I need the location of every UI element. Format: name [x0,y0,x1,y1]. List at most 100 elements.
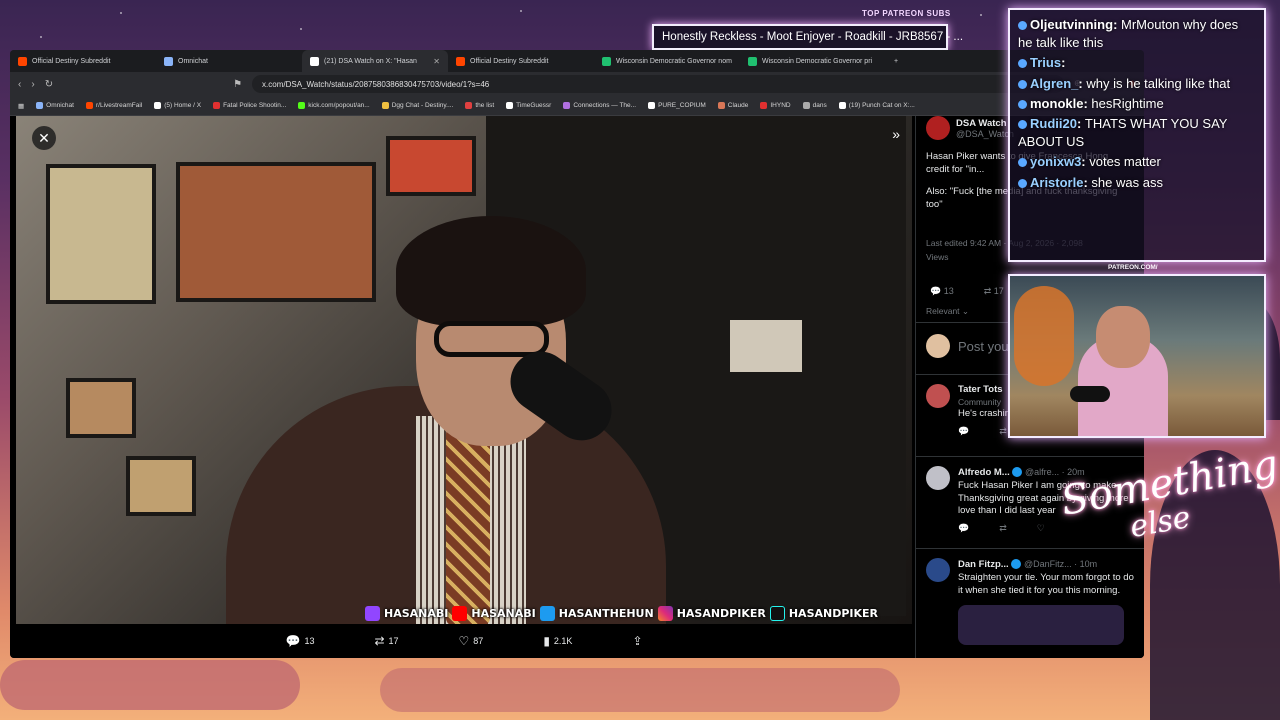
bookmark-connections[interactable]: Connections — The... [563,102,636,109]
reply-item[interactable]: Dan Fitzp... @DanFitz... · 10m Straighte… [916,552,1144,651]
video-player[interactable]: ✕ » HASANABI HASANABI HASANTHEHUN HASAND… [16,116,912,624]
patreon-subs-title: TOP PATREON SUBS [862,9,951,18]
address-bar: ‹ › ↻ ⚑ x.com/DSA_Watch/status/208758038… [10,72,1144,96]
author-handle[interactable]: @DSA_Watch [956,129,1014,139]
reply-icon[interactable]: 💬 [958,425,969,437]
forward-icon[interactable]: › [31,79,34,90]
bookmark-punch-cat[interactable]: (19) Punch Cat on X:... [838,102,915,109]
stream-chat-overlay: Oljeutvinning: MrMouton why does he talk… [1008,8,1266,262]
views-chart-icon: ▮ [543,634,550,648]
sort-relevant-dropdown[interactable]: Relevant ⌄ [926,306,969,317]
wall-poster [386,136,476,196]
tab-official-destiny-subreddit[interactable]: Official Destiny Subreddit [10,50,156,72]
reload-icon[interactable]: ↻ [45,79,53,90]
chat-badge-icon [1018,21,1027,31]
tweet-header: DSA Watch @DSA_Watch [926,116,1014,140]
reply-avatar [926,384,950,408]
twitter-icon [539,605,555,621]
tab-wisconsin-governor-pri[interactable]: Wisconsin Democratic Governor pri [740,50,886,72]
tweet-replies[interactable]: 💬 13 [930,286,954,297]
bookmark-icon[interactable]: ⚑ [233,79,242,90]
back-icon[interactable]: ‹ [18,79,21,90]
repost-icon[interactable]: ⇄ [999,425,1007,437]
like-button[interactable]: ♡ 87 [459,634,484,648]
list-icon [465,102,473,109]
author-avatar[interactable] [926,116,950,140]
bookmark-livestreamfail[interactable]: r/LivestreamFail [85,102,142,109]
chat-badge-icon [1018,158,1027,168]
background-cloud [0,660,300,710]
x-icon [838,102,846,109]
bookmark-the-list[interactable]: the list [465,102,494,109]
views-button[interactable]: ▮ 2.1K [543,634,572,648]
bookmark-kick[interactable]: kick.com/popout/an... [298,102,370,109]
bookmark-timeguessr[interactable]: TimeGuessr [506,102,551,109]
bookmark-dgg-chat[interactable]: Dgg Chat - Destiny.... [381,102,453,109]
bookmark-x-home[interactable]: (5) Home / X [154,102,201,109]
wall-poster [176,162,376,302]
tiktok-icon [769,605,785,621]
chat-badge-icon [1018,79,1027,89]
patreon-url-label: PATREON.COM/ [1108,264,1158,271]
k-icon [748,56,757,66]
tab-bar: Official Destiny Subreddit Omnichat (21)… [10,50,1144,72]
chat-message: Rudii20: THATS WHAT YOU SAY ABOUT US [1018,115,1228,150]
reply-icon[interactable]: 💬 [958,522,969,534]
expand-icon[interactable]: » [892,126,900,142]
divider [916,456,1144,457]
reply-button[interactable]: 💬 13 [285,634,314,648]
reddit-icon [456,56,465,66]
tab-dsa-watch[interactable]: (21) DSA Watch on X: "Hasan ✕ [302,50,448,72]
chat-message: Oljeutvinning: MrMouton why does he talk… [1018,17,1239,51]
chat-message: Aristorle: she was ass [1018,174,1256,192]
heart-icon[interactable]: ♡ [1037,522,1045,534]
chat-message: yonixw3: votes matter [1018,153,1256,171]
divider [916,548,1144,549]
bookmark-claude[interactable]: Claude [717,102,748,109]
chat-badge-icon [1018,120,1027,129]
chat-badge-icon [1018,59,1027,69]
reply-avatar [926,466,950,490]
repost-icon: ⇄ [374,634,385,648]
connections-icon [563,102,571,109]
tab-omnichat[interactable]: Omnichat [156,50,302,72]
share-icon: ⇪ [632,634,643,648]
reply-media-thumbnail[interactable] [958,605,1124,646]
repost-icon[interactable]: ⇄ [999,522,1007,534]
wall-poster [66,378,136,438]
x-icon [648,102,656,109]
video-action-bar: 💬 13 ⇄ 17 ♡ 87 ▮ 2.1K ⇪ [16,624,912,658]
instagram-icon [657,605,673,621]
x-icon [154,102,162,109]
new-tab-button[interactable]: + [886,50,906,72]
verified-icon [1011,559,1022,570]
bookmark-ihynd[interactable]: IHYND [760,102,791,109]
tab-wisconsin-governor-nom[interactable]: Wisconsin Democratic Governor nom [594,50,740,72]
url-input[interactable]: x.com/DSA_Watch/status/20875803868304757… [252,75,1064,93]
claude-icon [717,102,725,109]
reddit-icon [18,56,27,66]
tweet-reposts[interactable]: ⇄ 17 [984,286,1004,297]
patreon-subs-banner: Honestly Reckless - Moot Enjoyer - Roadk… [652,24,963,50]
author-name[interactable]: DSA Watch [956,118,1014,129]
tab-official-destiny-subreddit-2[interactable]: Official Destiny Subreddit [448,50,594,72]
youtube-icon [452,605,468,621]
webcam-microphone [1070,386,1110,402]
folder-icon [802,102,810,109]
share-button[interactable]: ⇪ [632,634,642,648]
repost-button[interactable]: ⇄ 17 [374,634,398,648]
bookmark-fatal-police[interactable]: Fatal Police Shootin... [213,102,286,109]
chat-message: Algren_: why is he talking like that [1018,75,1256,93]
omnichat-icon [164,56,173,66]
close-video-button[interactable]: ✕ [32,126,56,150]
streamer-hair [396,216,586,326]
close-tab-icon[interactable]: ✕ [433,57,440,66]
browser-window: Official Destiny Subreddit Omnichat (21)… [10,50,1144,658]
bookmark-pure-copium[interactable]: PURE_COPIUM [648,102,706,109]
wall-poster [726,316,806,376]
apps-icon[interactable]: ▦ [18,102,24,110]
bookmark-omnichat[interactable]: Omnichat [36,102,74,109]
tweet-stats: 💬 13 ⇄ 17 [930,286,1004,297]
bookmark-dans[interactable]: dans [802,102,827,109]
k-icon [602,56,611,66]
